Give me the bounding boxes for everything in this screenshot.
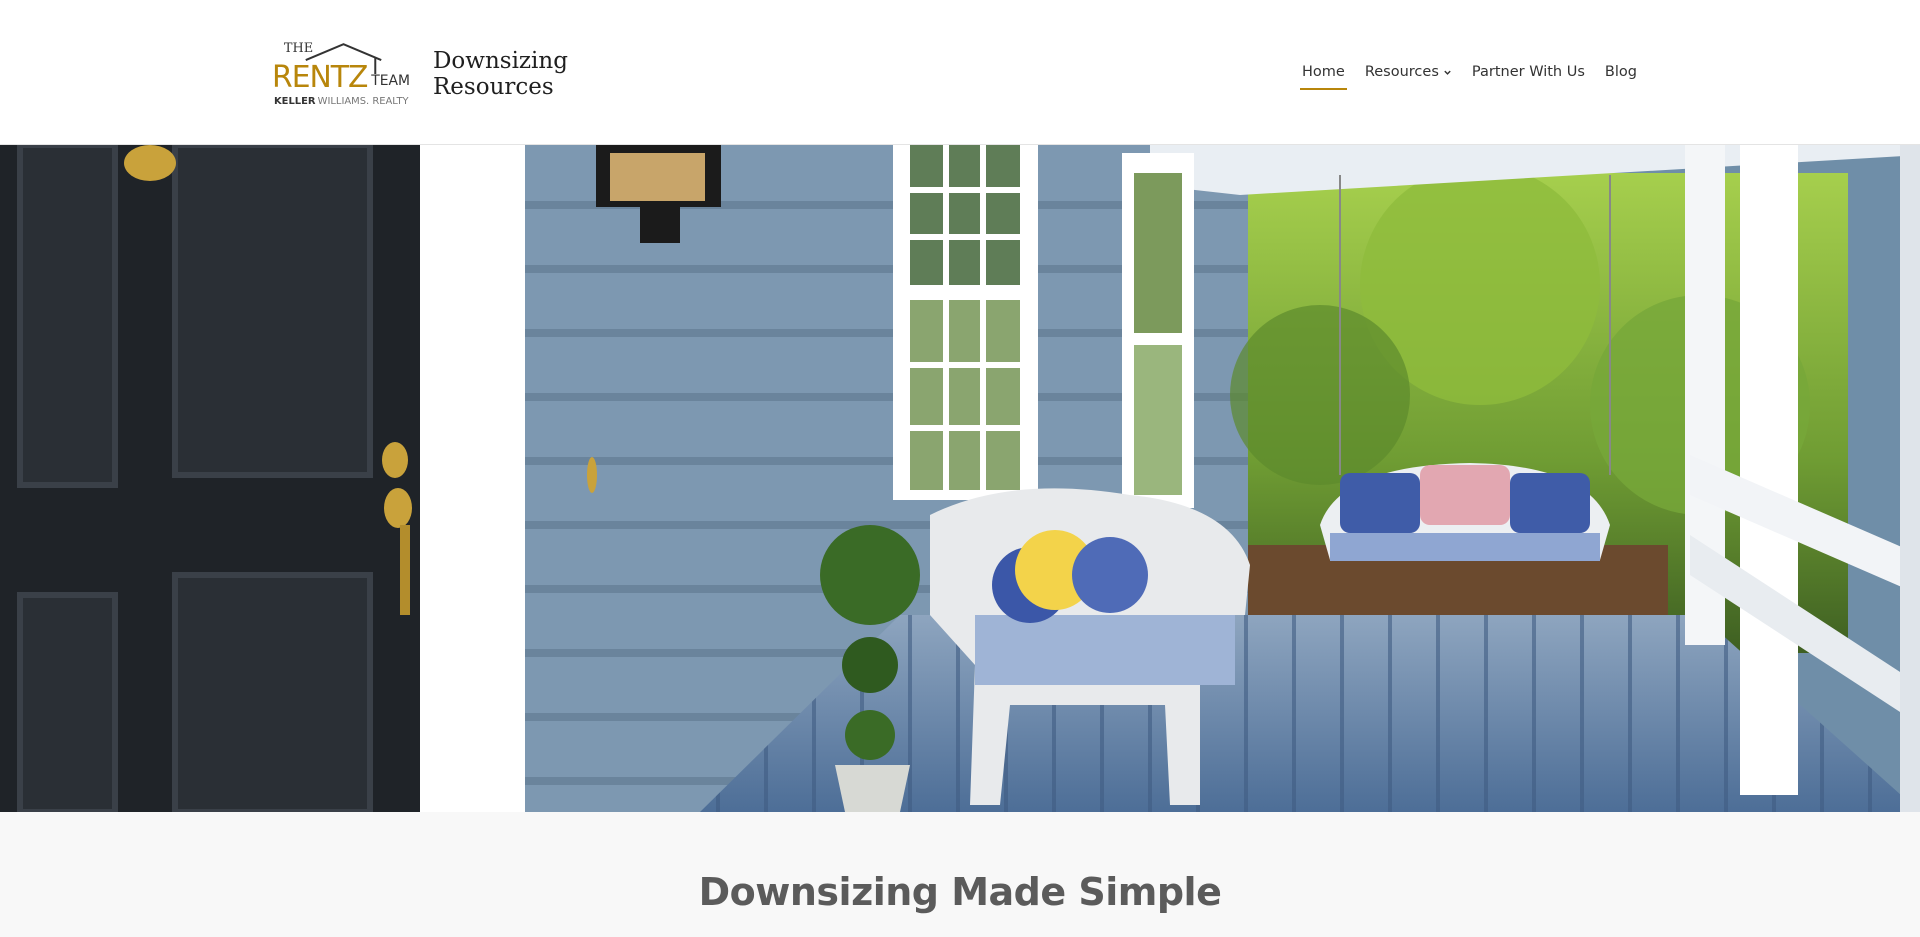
rentz-team-logo: THE RENTZ TEAM KELLER WILLIAMS. REALTY bbox=[272, 41, 410, 107]
porch-illustration bbox=[0, 145, 1920, 812]
intro-section: Downsizing Made Simple bbox=[0, 812, 1920, 937]
logo-sub-light: WILLIAMS. REALTY bbox=[318, 96, 410, 107]
nav-label: Partner With Us bbox=[1471, 64, 1585, 80]
site-name: Downsizing Resources bbox=[432, 48, 568, 100]
chevron-down-icon bbox=[1444, 70, 1451, 75]
nav-label: Home bbox=[1302, 64, 1345, 80]
logo-top-word: THE bbox=[284, 41, 313, 56]
logo-sub-bold: KELLER bbox=[274, 96, 316, 107]
logo-main-word: RENTZ bbox=[272, 60, 368, 95]
hero-image bbox=[0, 145, 1920, 812]
site-header: THE RENTZ TEAM KELLER WILLIAMS. REALTY D… bbox=[0, 0, 1920, 145]
nav-item-partner-with-us[interactable]: Partner With Us bbox=[1462, 56, 1595, 90]
main-nav: Home Resources Partner With Us Blog bbox=[1292, 56, 1647, 92]
nav-item-resources[interactable]: Resources bbox=[1355, 56, 1462, 90]
nav-label: Resources bbox=[1364, 64, 1439, 80]
nav-item-blog[interactable]: Blog bbox=[1595, 56, 1647, 90]
nav-label: Blog bbox=[1604, 64, 1637, 80]
logo-side-word: TEAM bbox=[370, 73, 410, 89]
intro-title: Downsizing Made Simple bbox=[698, 870, 1222, 914]
nav-item-home[interactable]: Home bbox=[1292, 56, 1355, 90]
logo-home-link[interactable]: THE RENTZ TEAM KELLER WILLIAMS. REALTY D… bbox=[272, 34, 572, 114]
